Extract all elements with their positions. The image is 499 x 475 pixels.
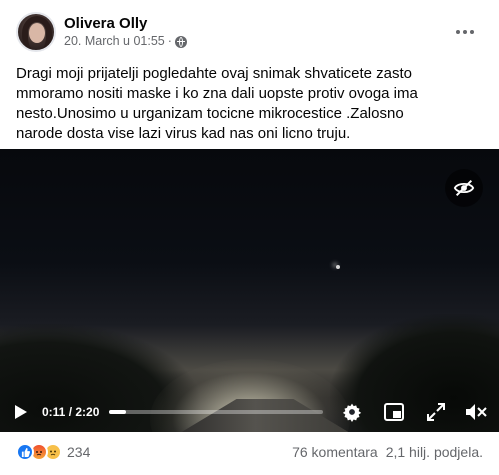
video-controls: 0:11 / 2:20 — [0, 392, 499, 432]
video-progress-fill — [109, 410, 127, 414]
more-dot — [463, 30, 467, 34]
author-name[interactable]: Olivera Olly — [64, 14, 187, 33]
fullscreen-icon[interactable] — [423, 399, 449, 425]
more-dot — [470, 30, 474, 34]
reactions-summary[interactable]: 234 — [16, 443, 90, 461]
more-dot — [456, 30, 460, 34]
shares-link[interactable]: 2,1 hilj. podjela. — [386, 444, 483, 460]
gear-icon[interactable] — [339, 399, 365, 425]
video-progress-bar[interactable] — [109, 410, 324, 414]
more-options-icon[interactable] — [447, 14, 483, 50]
video-player[interactable]: 0:11 / 2:20 — [0, 149, 499, 432]
play-icon[interactable] — [8, 399, 34, 425]
avatar-face — [29, 23, 45, 43]
video-time: 0:11 / 2:20 — [42, 405, 100, 419]
post-text: Dragi moji prijatelji pogledahte ovaj sn… — [16, 65, 418, 142]
video-scene-streak — [336, 265, 340, 269]
post-header: Olivera Olly 20. March u 01:55 · — [16, 10, 483, 54]
avatar[interactable] — [16, 12, 56, 52]
eye-slash-icon[interactable] — [445, 169, 483, 207]
engagement-stats: 76 komentara 2,1 hilj. podjela. — [292, 444, 483, 460]
like-reaction-icon — [16, 443, 34, 461]
post-meta: Olivera Olly 20. March u 01:55 · — [64, 14, 187, 50]
reaction-count: 234 — [67, 444, 91, 460]
timestamp[interactable]: 20. March u 01:55 — [64, 33, 165, 50]
post-footer: 234 76 komentara 2,1 hilj. podjela. — [16, 432, 483, 472]
comments-link[interactable]: 76 komentara — [292, 444, 378, 460]
facebook-post: Olivera Olly 20. March u 01:55 · Dragi m… — [0, 0, 499, 475]
timestamp-row: 20. March u 01:55 · — [64, 33, 187, 50]
picture-in-picture-icon[interactable] — [381, 399, 407, 425]
separator-dot: · — [167, 34, 172, 48]
volume-muted-icon[interactable] — [463, 399, 489, 425]
globe-icon[interactable] — [174, 35, 187, 48]
